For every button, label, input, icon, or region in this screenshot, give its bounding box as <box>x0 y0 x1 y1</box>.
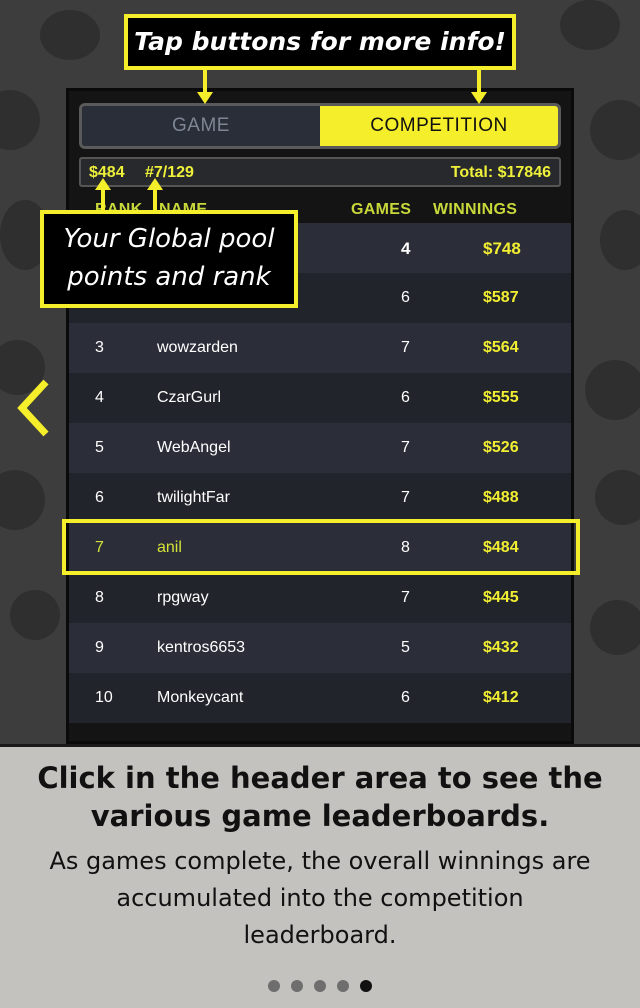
row-games: 6 <box>401 689 410 706</box>
row-winnings: $445 <box>483 589 519 606</box>
row-winnings: $412 <box>483 689 519 706</box>
row-games: 5 <box>401 639 410 656</box>
ball-icon <box>0 90 40 150</box>
column-header-games: GAMES <box>351 201 412 218</box>
caption-title: Click in the header area to see the vari… <box>0 759 640 835</box>
callout-arrowhead <box>147 178 163 190</box>
row-games: 7 <box>401 489 410 506</box>
row-winnings: $587 <box>483 289 519 306</box>
ball-icon <box>590 600 640 655</box>
row-games: 4 <box>401 239 411 258</box>
table-row[interactable]: 3 wowzarden 7 $564 <box>69 323 571 373</box>
caption-body-line1: As games complete, the overall winnings … <box>49 847 591 875</box>
row-winnings: $432 <box>483 639 519 656</box>
callout-arrowhead <box>471 92 487 104</box>
leaderboard-tab-switcher: GAME COMPETITION <box>79 103 561 149</box>
table-row[interactable]: 5 WebAngel 7 $526 <box>69 423 571 473</box>
page-dot[interactable] <box>268 980 280 992</box>
row-rank: 6 <box>95 489 104 506</box>
table-row[interactable]: 9 kentros6653 5 $432 <box>69 623 571 673</box>
ball-icon <box>585 360 640 420</box>
ball-icon <box>0 470 45 530</box>
table-row[interactable]: 6 twilightFar 7 $488 <box>69 473 571 523</box>
global-pool-callout-line2: points and rank <box>67 262 271 292</box>
callout-arrowhead <box>95 178 111 190</box>
row-games: 6 <box>401 389 410 406</box>
tab-game[interactable]: GAME <box>82 106 320 146</box>
leaderboard-panel: GAME COMPETITION $484 #7/129 Total: $178… <box>66 88 574 744</box>
table-row[interactable]: 8 rpgway 7 $445 <box>69 573 571 623</box>
row-rank: 3 <box>95 339 104 356</box>
callout-arrow <box>153 190 157 212</box>
row-games: 7 <box>401 439 410 456</box>
tutorial-caption: Click in the header area to see the vari… <box>0 744 640 1008</box>
row-rank: 5 <box>95 439 104 456</box>
ball-icon <box>40 10 100 60</box>
page-dot[interactable] <box>360 980 372 992</box>
chevron-left-icon[interactable] <box>16 378 56 438</box>
ball-icon <box>560 0 620 50</box>
ball-icon <box>600 210 640 270</box>
table-row[interactable]: 4 CzarGurl 6 $555 <box>69 373 571 423</box>
row-rank: 10 <box>95 689 113 706</box>
callout-arrow <box>477 70 481 94</box>
ball-icon <box>590 100 640 160</box>
global-pool-callout-line1: Your Global pool <box>63 224 275 254</box>
row-winnings: $526 <box>483 439 519 456</box>
row-name: CzarGurl <box>157 389 222 406</box>
global-pool-callout: Your Global pool points and rank <box>40 210 298 308</box>
caption-body-line3: leaderboard. <box>243 921 397 949</box>
row-name: kentros6653 <box>157 639 246 656</box>
pool-total: Total: $17846 <box>450 164 551 181</box>
callout-arrow <box>101 190 105 212</box>
row-name: WebAngel <box>157 439 231 456</box>
page-dot[interactable] <box>337 980 349 992</box>
row-games: 6 <box>401 289 410 306</box>
table-row[interactable]: 10 Monkeycant 6 $412 <box>69 673 571 723</box>
caption-title-line2: various game leaderboards. <box>90 799 550 833</box>
row-name: Monkeycant <box>157 689 244 706</box>
row-games: 7 <box>401 339 410 356</box>
tab-competition[interactable]: COMPETITION <box>320 106 558 146</box>
page-indicator <box>0 980 640 992</box>
ball-icon <box>595 470 640 525</box>
caption-body: As games complete, the overall winnings … <box>0 843 640 954</box>
current-user-highlight <box>62 519 580 575</box>
caption-body-line2: accumulated into the competition <box>116 884 524 912</box>
row-winnings: $488 <box>483 489 519 506</box>
caption-title-line1: Click in the header area to see the <box>37 761 603 795</box>
row-winnings: $564 <box>483 339 519 356</box>
row-name: twilightFar <box>157 489 230 506</box>
row-rank: 8 <box>95 589 104 606</box>
row-winnings: $555 <box>483 389 519 406</box>
row-games: 7 <box>401 589 410 606</box>
page-dot[interactable] <box>314 980 326 992</box>
ball-icon <box>10 590 60 640</box>
callout-arrowhead <box>197 92 213 104</box>
column-header-winnings: WINNINGS <box>433 201 518 218</box>
row-name: wowzarden <box>157 339 238 356</box>
row-name: rpgway <box>157 589 209 606</box>
row-rank: 9 <box>95 639 104 656</box>
row-rank: 4 <box>95 389 104 406</box>
row-winnings: $748 <box>483 239 521 258</box>
callout-arrow <box>203 70 207 94</box>
page-dot[interactable] <box>291 980 303 992</box>
tap-buttons-callout: Tap buttons for more info! <box>124 14 516 70</box>
